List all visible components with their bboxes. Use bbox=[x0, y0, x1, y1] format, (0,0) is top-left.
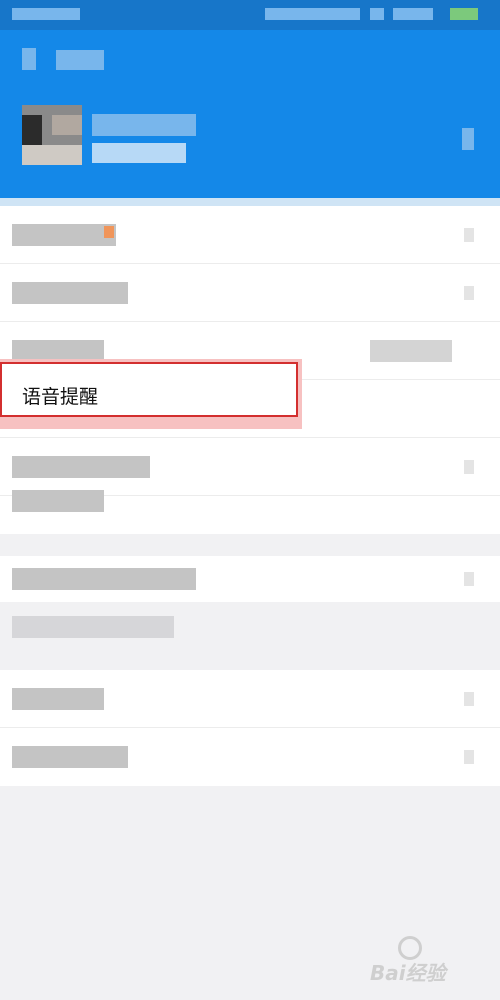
chevron-right-icon bbox=[464, 750, 474, 764]
settings-group-3 bbox=[0, 670, 500, 786]
row-label bbox=[12, 224, 116, 246]
chevron-right-icon bbox=[464, 692, 474, 706]
row-label bbox=[12, 282, 128, 304]
settings-group-2 bbox=[0, 556, 500, 602]
back-icon[interactable] bbox=[22, 48, 36, 70]
baidu-watermark: Bai经验 bbox=[370, 936, 480, 986]
settings-row[interactable] bbox=[0, 206, 500, 264]
row-label bbox=[12, 568, 196, 590]
section-note bbox=[12, 616, 174, 638]
row-label bbox=[12, 688, 104, 710]
status-time bbox=[12, 8, 80, 20]
voice-reminder-item[interactable]: 语音提醒 bbox=[0, 362, 298, 417]
chevron-right-icon bbox=[464, 228, 474, 242]
settings-row[interactable] bbox=[0, 670, 500, 728]
header-title bbox=[56, 50, 104, 70]
watermark-text: Bai经验 bbox=[370, 961, 446, 985]
row-label bbox=[12, 456, 150, 478]
settings-row[interactable] bbox=[0, 728, 500, 786]
battery-icon bbox=[450, 8, 478, 20]
chevron-right-icon bbox=[464, 460, 474, 474]
status-bar bbox=[0, 0, 500, 30]
settings-row[interactable] bbox=[0, 490, 500, 534]
row-label bbox=[12, 746, 128, 768]
avatar[interactable] bbox=[22, 105, 82, 165]
voice-reminder-label: 语音提醒 bbox=[22, 386, 99, 408]
chevron-right-icon bbox=[464, 572, 474, 586]
settings-row[interactable] bbox=[0, 438, 500, 496]
new-badge bbox=[104, 226, 114, 238]
wifi-icon bbox=[370, 8, 384, 20]
row-label bbox=[12, 490, 104, 512]
status-icons bbox=[265, 8, 360, 20]
row-value bbox=[370, 340, 452, 362]
chevron-right-icon bbox=[464, 286, 474, 300]
settings-row[interactable] bbox=[0, 556, 500, 602]
chevron-right-icon[interactable] bbox=[462, 128, 474, 150]
profile-name bbox=[92, 114, 196, 136]
signal-icon bbox=[393, 8, 433, 20]
settings-row[interactable] bbox=[0, 264, 500, 322]
profile-subtitle bbox=[92, 143, 186, 163]
